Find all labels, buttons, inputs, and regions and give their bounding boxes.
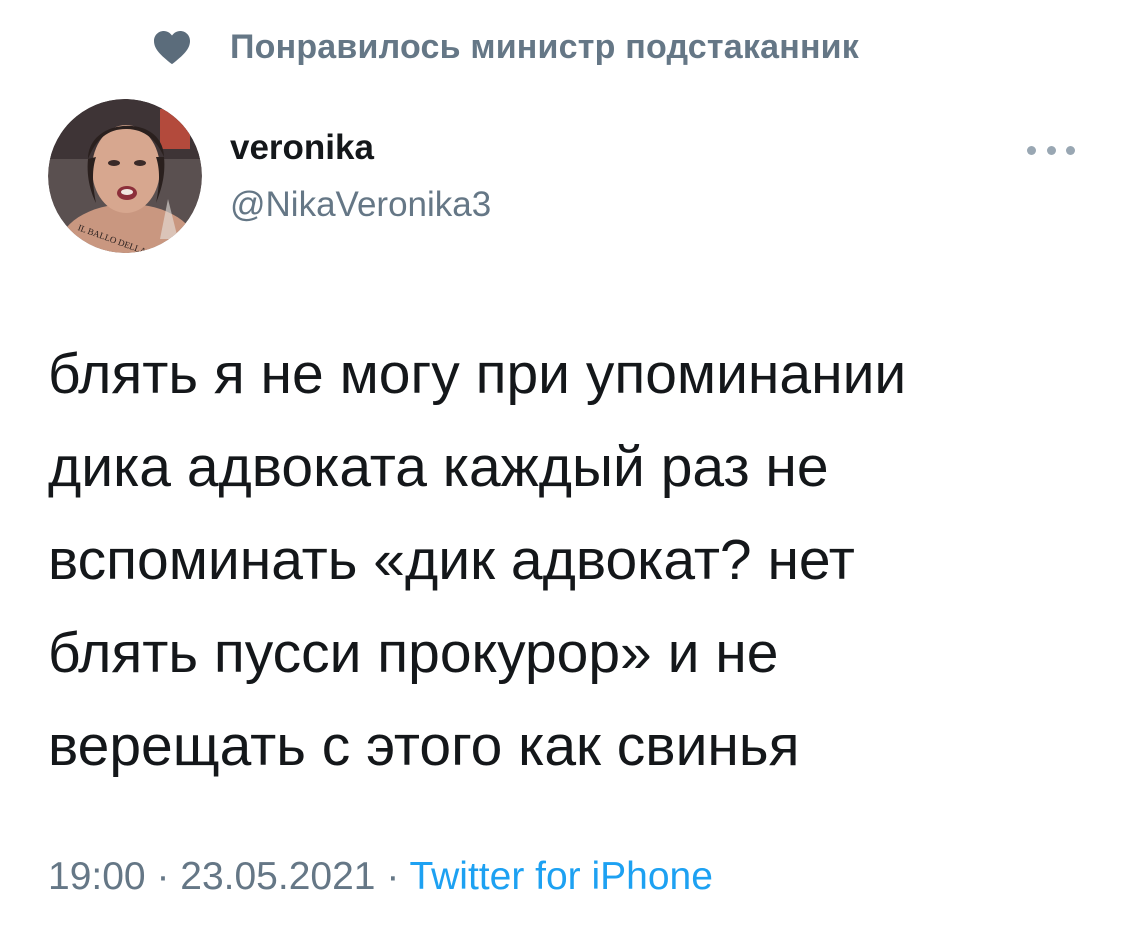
- liked-by-banner: Понравилось министр подстаканник: [150, 22, 859, 72]
- more-dot: [1027, 145, 1036, 155]
- avatar[interactable]: IL BALLO DELLA VITA: [48, 99, 202, 253]
- liked-by-text[interactable]: Понравилось министр подстаканник: [230, 28, 859, 67]
- tweet-line: верещать с этого как свинья: [48, 714, 800, 778]
- tweet-source[interactable]: Twitter for iPhone: [409, 855, 712, 898]
- tweet-date[interactable]: 23.05.2021: [180, 855, 375, 898]
- more-dots-icon[interactable]: [1027, 138, 1075, 162]
- tweet-text: блять я не могу при упоминании дика адво…: [48, 328, 1088, 793]
- tweet-line: блять я не могу при упоминании: [48, 342, 907, 406]
- meta-separator: ·: [375, 855, 410, 898]
- tweet-line: дика адвоката каждый раз не: [48, 435, 829, 499]
- more-dot: [1066, 145, 1075, 155]
- tweet-line: блять пусси прокурор» и не: [48, 621, 779, 685]
- more-dot: [1046, 145, 1056, 155]
- heart-icon: [150, 25, 194, 69]
- meta-separator: ·: [145, 855, 181, 898]
- tweet-line: вспоминать «дик адвокат? нет: [48, 528, 855, 592]
- tweet-meta: 19:00 · 23.05.2021 · Twitter for iPhone: [48, 855, 713, 899]
- author-name[interactable]: veronika: [230, 128, 374, 168]
- tweet-time[interactable]: 19:00: [48, 855, 146, 898]
- author-handle[interactable]: @NikaVeronika3: [230, 185, 491, 225]
